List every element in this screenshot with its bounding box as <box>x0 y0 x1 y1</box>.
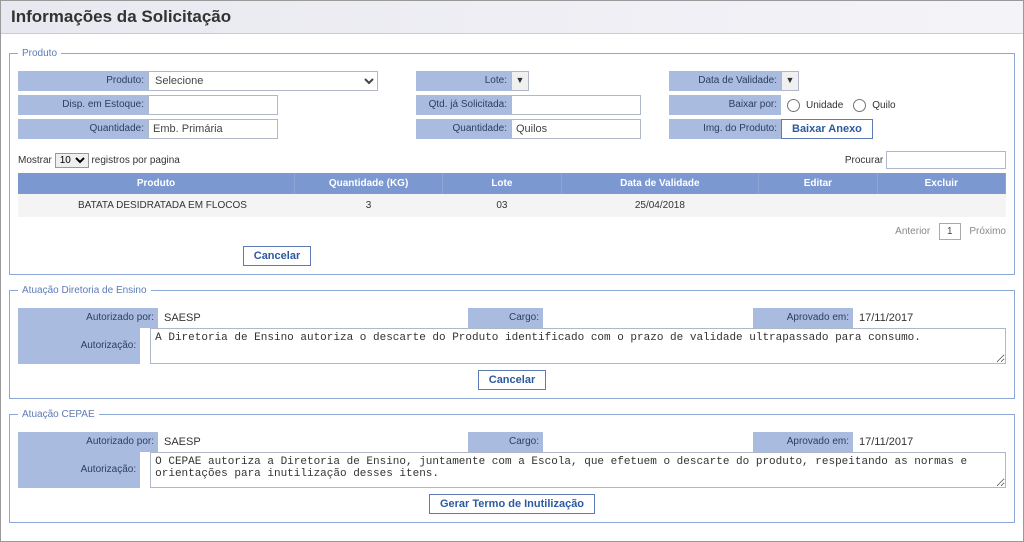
dt-length-suffix: registros por pagina <box>91 155 179 166</box>
label-cepae-autorizacao: Autorização: <box>18 452 140 488</box>
label-cepae-autorizado-por: Autorizado por: <box>18 432 158 452</box>
fieldset-atuacao-de: Atuação Diretoria de Ensino Autorizado p… <box>9 285 1015 399</box>
cell-excluir[interactable] <box>877 194 1005 217</box>
input-disp-estoque[interactable] <box>148 95 278 115</box>
fieldset-atuacao-cepae: Atuação CEPAE Autorizado por: SAESP Carg… <box>9 409 1015 523</box>
dt-length: Mostrar 10 registros por pagina <box>18 153 180 168</box>
radio-quilo-label: Quilo <box>872 100 895 111</box>
value-cepae-autorizado-por: SAESP <box>158 433 338 451</box>
label-baixar-por: Baixar por: <box>669 95 781 115</box>
legend-produto: Produto <box>18 48 61 59</box>
th-validade[interactable]: Data de Validade <box>561 173 759 194</box>
th-lote[interactable]: Lote <box>443 173 562 194</box>
cell-quantidade: 3 <box>295 194 443 217</box>
value-cepae-cargo <box>543 439 663 445</box>
dt-filter: Procurar <box>845 151 1006 169</box>
label-de-aprovado-em: Aprovado em: <box>753 308 853 328</box>
fieldset-produto: Produto Produto: Selecione Lote: ▼ Data … <box>9 48 1015 275</box>
radio-unidade[interactable] <box>787 99 800 112</box>
paging-prev[interactable]: Anterior <box>895 226 930 237</box>
input-qtd-solicitada[interactable] <box>511 95 641 115</box>
th-excluir[interactable]: Excluir <box>877 173 1005 194</box>
label-de-cargo: Cargo: <box>468 308 543 328</box>
dt-search-input[interactable] <box>886 151 1006 169</box>
dt-paging: Anterior 1 Próximo <box>18 223 1006 240</box>
cell-lote: 03 <box>443 194 562 217</box>
legend-atuacao-cepae: Atuação CEPAE <box>18 409 99 420</box>
value-de-autorizado-por: SAESP <box>158 309 338 327</box>
dt-search-label: Procurar <box>845 155 883 166</box>
input-quantidade2[interactable] <box>511 119 641 139</box>
label-data-validade: Data de Validade: <box>669 71 781 91</box>
value-de-aprovado-em: 17/11/2017 <box>853 309 919 327</box>
table-header-row: Produto Quantidade (KG) Lote Data de Val… <box>18 173 1006 194</box>
value-cepae-aprovado-em: 17/11/2017 <box>853 433 919 451</box>
label-cepae-cargo: Cargo: <box>468 432 543 452</box>
label-de-autorizacao: Autorização: <box>18 328 140 364</box>
select-data-validade[interactable]: ▼ <box>781 71 799 91</box>
label-disp-estoque: Disp. em Estoque: <box>18 95 148 115</box>
cell-editar[interactable] <box>759 194 878 217</box>
baixar-anexo-button[interactable]: Baixar Anexo <box>781 119 873 139</box>
gerar-termo-button[interactable]: Gerar Termo de Inutilização <box>429 494 595 514</box>
cell-produto: BATATA DESIDRATADA EM FLOCOS <box>18 194 295 217</box>
de-cancelar-button[interactable]: Cancelar <box>478 370 546 390</box>
label-qtd-solicitada: Qtd. já Solicitada: <box>416 95 511 115</box>
input-quantidade[interactable] <box>148 119 278 139</box>
label-lote: Lote: <box>416 71 511 91</box>
dt-length-prefix: Mostrar <box>18 155 52 166</box>
produto-cancelar-button[interactable]: Cancelar <box>243 246 311 266</box>
label-produto: Produto: <box>18 71 148 91</box>
textarea-cepae-autorizacao[interactable]: O CEPAE autoriza a Diretoria de Ensino, … <box>150 452 1006 488</box>
th-quantidade[interactable]: Quantidade (KG) <box>295 173 443 194</box>
main-panel: Informações da Solicitação Produto Produ… <box>0 0 1024 542</box>
th-produto[interactable]: Produto <box>18 173 295 194</box>
label-cepae-aprovado-em: Aprovado em: <box>753 432 853 452</box>
dt-length-select[interactable]: 10 <box>55 153 89 168</box>
select-produto[interactable]: Selecione <box>148 71 378 91</box>
textarea-de-autorizacao[interactable]: A Diretoria de Ensino autoriza o descart… <box>150 328 1006 364</box>
table-row: BATATA DESIDRATADA EM FLOCOS 3 03 25/04/… <box>18 194 1006 217</box>
label-de-autorizado-por: Autorizado por: <box>18 308 158 328</box>
cell-validade: 25/04/2018 <box>561 194 759 217</box>
label-quantidade: Quantidade: <box>18 119 148 139</box>
value-de-cargo <box>543 315 663 321</box>
label-img-produto: Img. do Produto: <box>669 119 781 139</box>
select-lote[interactable]: ▼ <box>511 71 529 91</box>
page-title: Informações da Solicitação <box>1 1 1023 34</box>
radio-quilo[interactable] <box>853 99 866 112</box>
label-quantidade2: Quantidade: <box>416 119 511 139</box>
radio-unidade-label: Unidade <box>806 100 843 111</box>
products-table: Produto Quantidade (KG) Lote Data de Val… <box>18 173 1006 217</box>
paging-current[interactable]: 1 <box>939 223 961 240</box>
th-editar[interactable]: Editar <box>759 173 878 194</box>
paging-next[interactable]: Próximo <box>969 226 1006 237</box>
legend-atuacao-de: Atuação Diretoria de Ensino <box>18 285 151 296</box>
